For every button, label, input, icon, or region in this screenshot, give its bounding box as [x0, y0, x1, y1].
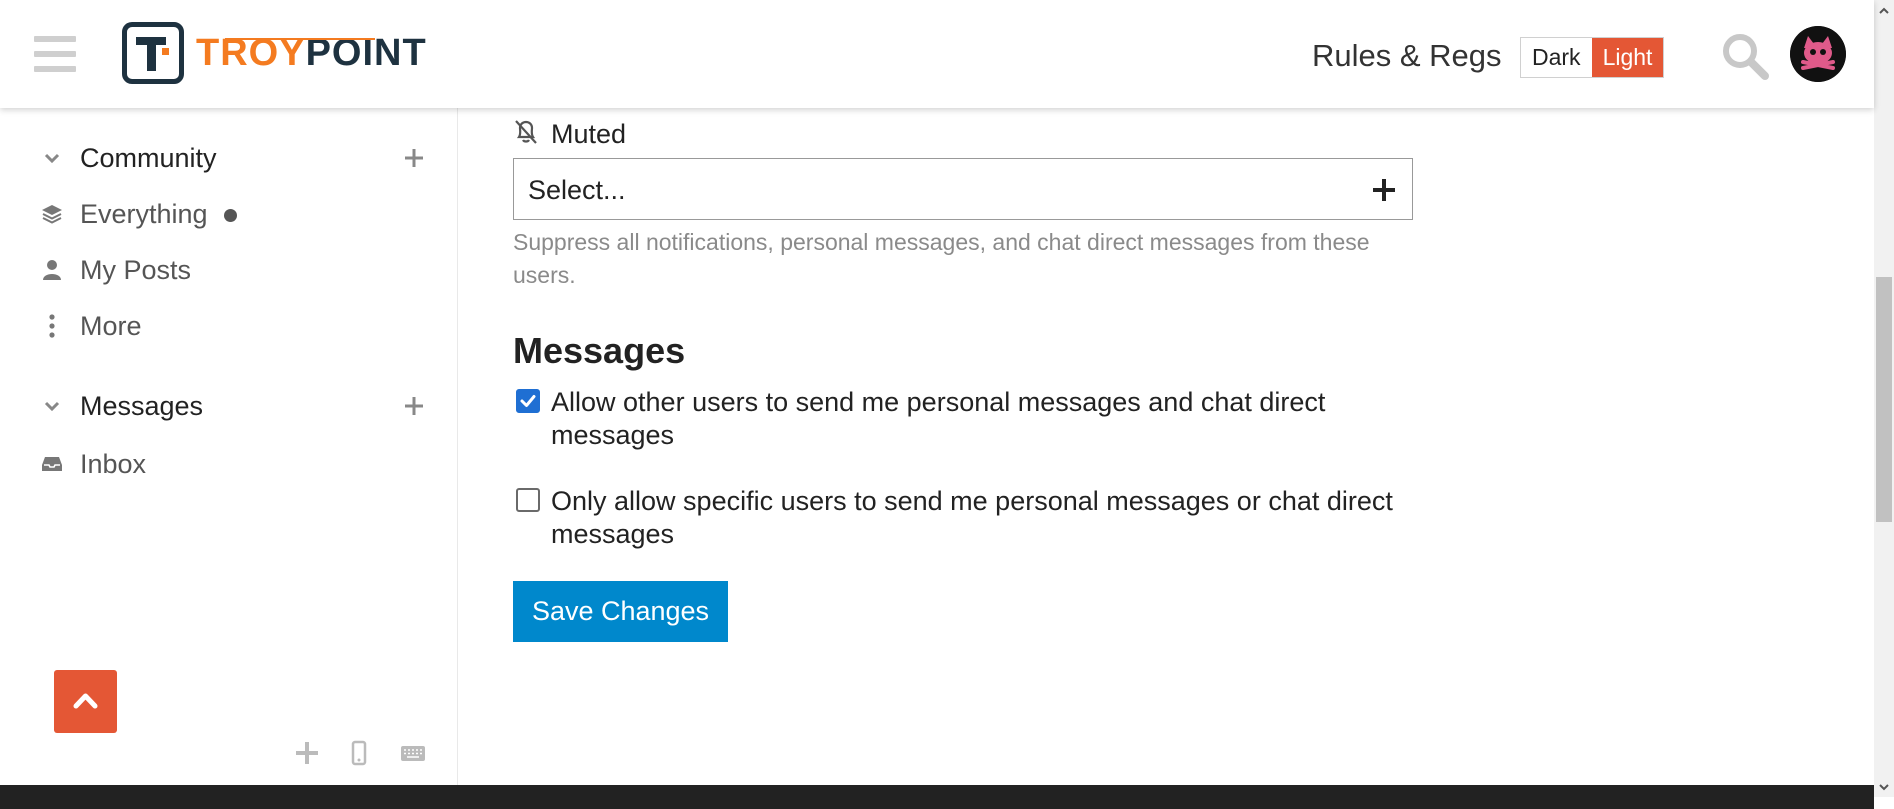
theme-dark-button[interactable]: Dark	[1521, 38, 1592, 77]
user-avatar[interactable]	[1790, 26, 1846, 82]
sidebar-item-label: Everything	[80, 199, 237, 230]
allow-private-messages-label: Allow other users to send me personal me…	[551, 387, 1326, 450]
allow-private-messages-checkbox[interactable]	[516, 389, 540, 413]
layers-icon	[40, 202, 64, 226]
sidebar-item-label: Inbox	[80, 448, 147, 479]
theme-toggle: Dark Light	[1520, 37, 1665, 78]
logo-wordmark: TROYPOINT	[196, 32, 427, 75]
page-scrollbar[interactable]	[1874, 0, 1894, 797]
search-icon[interactable]	[1720, 32, 1772, 80]
scroll-down-arrow-icon[interactable]	[1878, 780, 1890, 792]
chevron-down-icon[interactable]	[40, 146, 64, 170]
site-header: TROYPOINT Rules & Regs Dark Light	[0, 0, 1874, 108]
muted-users-select[interactable]: Select...	[513, 158, 1413, 220]
hamburger-menu-icon[interactable]	[34, 36, 76, 72]
sidebar-section-title: Messages	[80, 390, 204, 421]
logo-mark-icon	[122, 22, 184, 84]
sidebar-item-everything[interactable]: Everything	[0, 190, 440, 238]
keyboard-icon[interactable]	[400, 740, 426, 770]
sidebar-section-community[interactable]: Community	[0, 134, 440, 182]
scrollbar-thumb[interactable]	[1876, 277, 1892, 522]
messages-section-title: Messages	[513, 330, 686, 371]
allow-specific-users-checkbox[interactable]	[516, 488, 540, 512]
rules-regs-link[interactable]: Rules & Regs	[1312, 38, 1502, 74]
plus-icon[interactable]	[400, 392, 428, 420]
theme-light-button[interactable]: Light	[1591, 38, 1664, 77]
save-changes-button[interactable]: Save Changes	[513, 581, 728, 642]
scroll-to-top-button[interactable]	[54, 670, 117, 733]
allow-private-messages-option[interactable]: Allow other users to send me personal me…	[513, 386, 1413, 452]
allow-specific-users-label: Only allow specific users to send me per…	[551, 486, 1393, 549]
user-icon	[40, 258, 64, 282]
muted-users-label-row: Muted	[513, 118, 626, 150]
inbox-icon	[40, 452, 64, 476]
sidebar-item-label: More	[80, 310, 142, 341]
sidebar-item-inbox[interactable]: Inbox	[0, 440, 440, 488]
vertical-ellipsis-icon	[40, 314, 64, 338]
sidebar: Community Everything My Posts More Messa…	[0, 108, 458, 785]
troypoint-logo[interactable]: TROYPOINT	[122, 22, 427, 84]
sidebar-item-more[interactable]: More	[0, 302, 440, 350]
plus-icon[interactable]	[400, 144, 428, 172]
muted-users-label: Muted	[551, 118, 627, 149]
sidebar-section-title: Community	[80, 142, 217, 173]
scroll-up-arrow-icon[interactable]	[1878, 4, 1890, 16]
sidebar-section-messages[interactable]: Messages	[0, 382, 440, 430]
select-placeholder: Select...	[528, 175, 626, 205]
mobile-icon[interactable]	[351, 740, 367, 770]
muted-help-text: Suppress all notifications, personal mes…	[513, 229, 1370, 288]
allow-specific-users-option[interactable]: Only allow specific users to send me per…	[513, 485, 1413, 551]
plus-icon[interactable]	[294, 740, 320, 770]
sidebar-item-label: My Posts	[80, 254, 192, 285]
unread-dot-icon	[223, 208, 237, 222]
chevron-down-icon[interactable]	[40, 394, 64, 418]
plus-icon[interactable]	[1370, 176, 1398, 204]
sidebar-item-my-posts[interactable]: My Posts	[0, 246, 440, 294]
bell-slash-icon	[513, 118, 539, 151]
bottom-bar	[0, 785, 1874, 809]
